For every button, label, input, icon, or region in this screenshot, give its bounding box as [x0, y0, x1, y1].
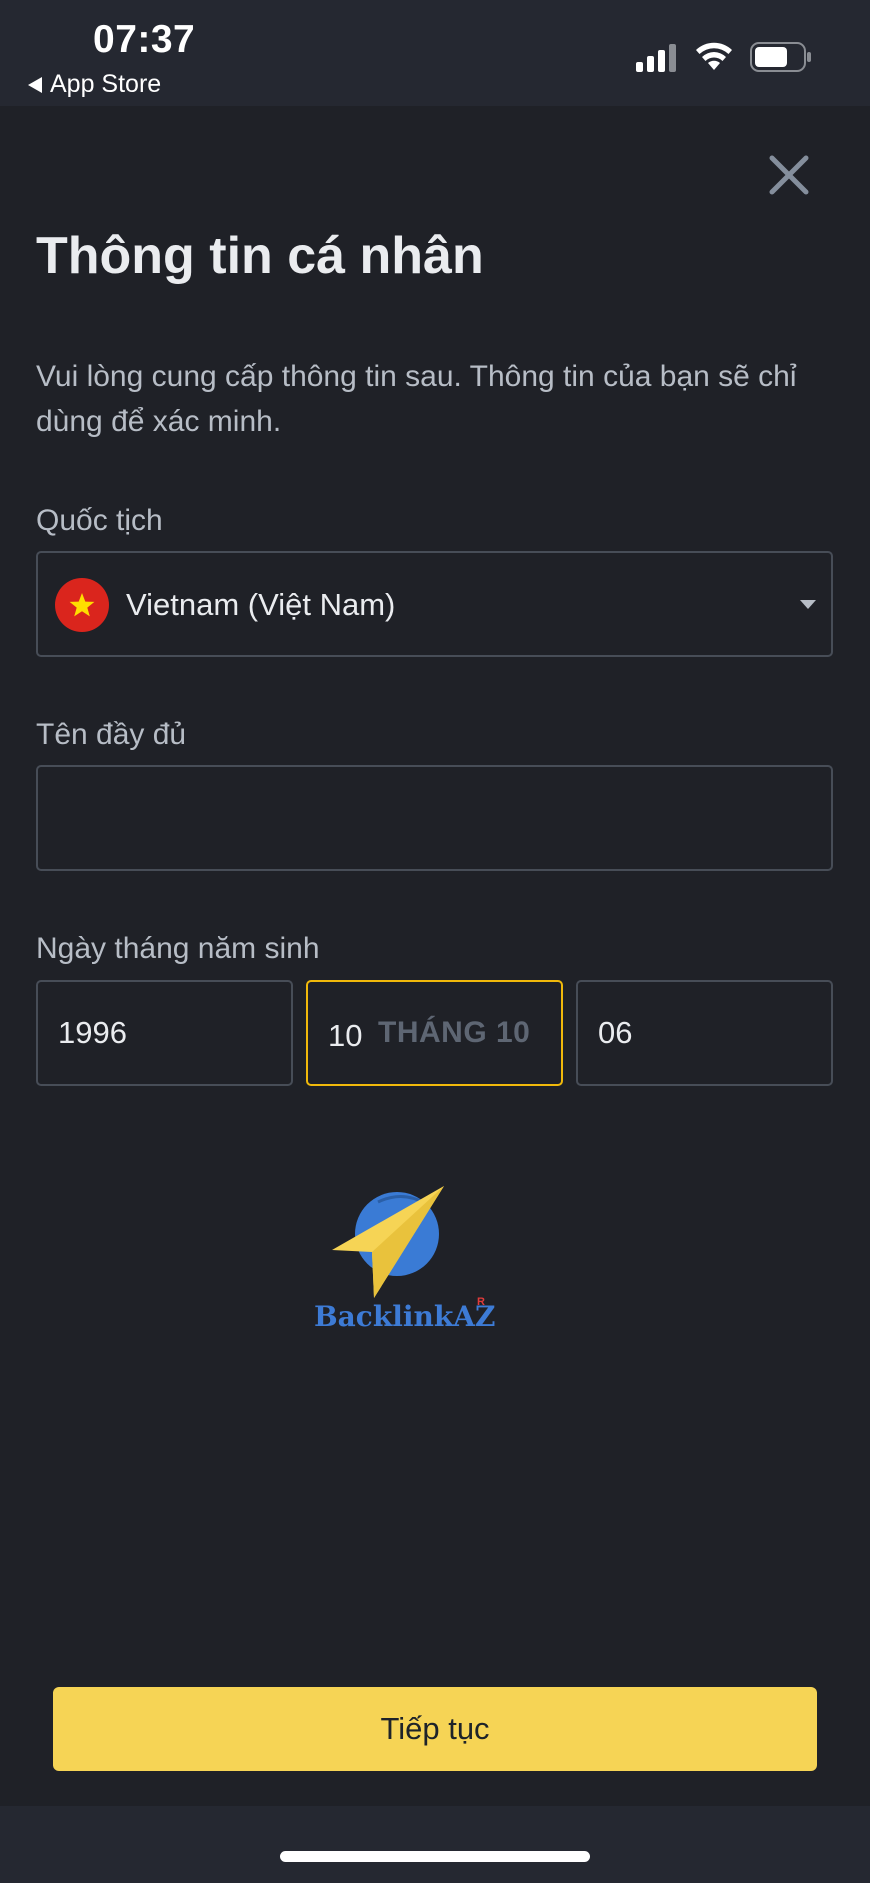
dob-day-input[interactable] [578, 982, 831, 1084]
page-title: Thông tin cá nhân [36, 227, 484, 285]
page-description: Vui lòng cung cấp thông tin sau. Thông t… [36, 360, 797, 438]
bottom-safe-area [0, 1806, 870, 1883]
close-icon[interactable] [766, 152, 812, 198]
status-time: 07:37 [93, 18, 196, 61]
back-to-app-store-link[interactable]: App Store [28, 70, 161, 99]
nationality-select[interactable]: Vietnam (Việt Nam) [36, 551, 833, 657]
battery-icon [750, 42, 811, 72]
watermark-registered-mark: R [477, 1296, 485, 1308]
dob-label: Ngày tháng năm sinh [36, 932, 320, 965]
dob-month-field[interactable]: 10 THÁNG 10 [306, 980, 563, 1086]
wifi-icon [696, 42, 732, 70]
dob-month-hint: THÁNG 10 [378, 1016, 531, 1049]
full-name-input[interactable] [38, 767, 831, 869]
full-name-field[interactable] [36, 765, 833, 871]
nationality-value: Vietnam (Việt Nam) [126, 587, 396, 622]
caret-down-icon [800, 600, 816, 609]
status-bar: 07:37 App Store [0, 0, 870, 106]
cellular-signal-icon [636, 44, 676, 72]
watermark-text: BacklinkAZ [314, 1300, 496, 1333]
back-app-label: App Store [50, 70, 162, 98]
home-indicator[interactable] [280, 1851, 590, 1862]
dob-day-field[interactable] [576, 980, 833, 1086]
dob-year-field[interactable] [36, 980, 293, 1086]
dob-year-input[interactable] [38, 982, 291, 1084]
dob-month-value: 10 [328, 1018, 363, 1053]
nationality-label: Quốc tịch [36, 504, 163, 537]
continue-button[interactable]: Tiếp tục [53, 1687, 817, 1771]
back-arrow-icon [28, 76, 42, 93]
vietnam-flag-icon [55, 578, 109, 632]
full-name-label: Tên đầy đủ [36, 718, 187, 751]
